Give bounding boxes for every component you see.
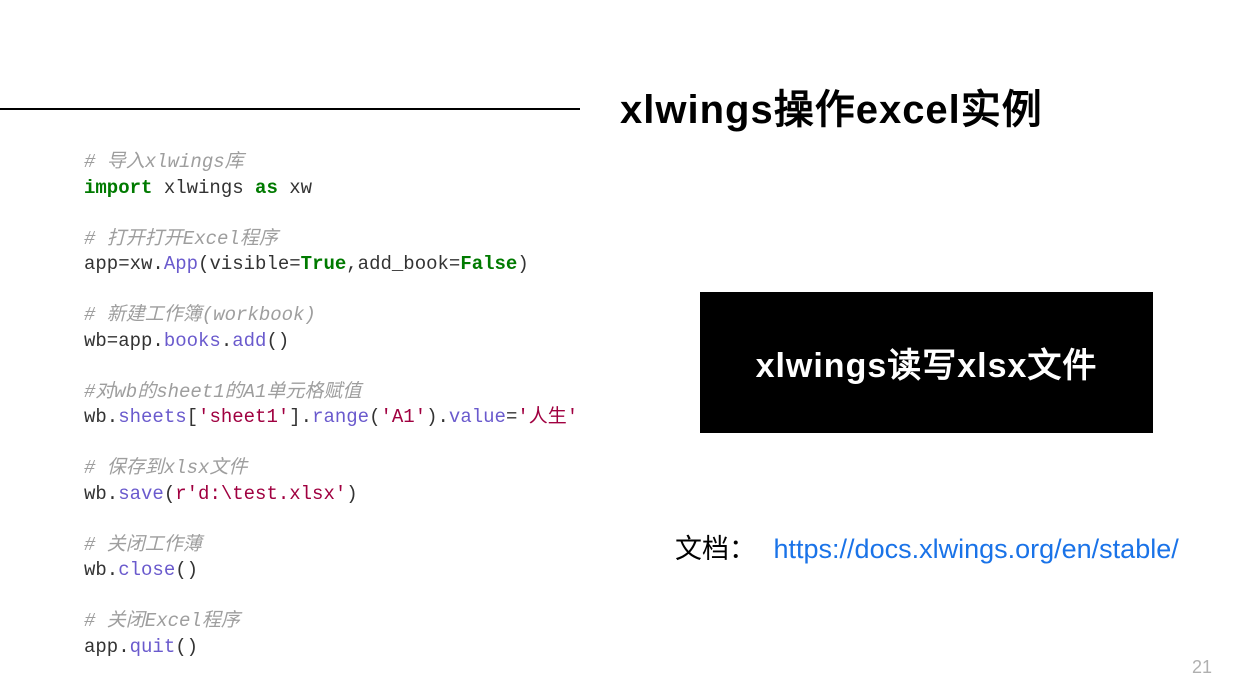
code-text: () — [175, 636, 198, 658]
code-text: wb. — [84, 483, 118, 505]
code-comment: # 保存到xlsx文件 — [84, 457, 247, 479]
callout-label: xlwings读写xlsx文件 — [756, 338, 1098, 387]
code-text: xlwings — [152, 177, 255, 199]
horizontal-rule — [0, 108, 580, 110]
code-keyword: import — [84, 177, 152, 199]
slide-title: xlwings操作excel实例 — [620, 77, 1043, 135]
code-func: App — [164, 253, 198, 275]
code-func: close — [118, 559, 175, 581]
code-string: 'sheet1' — [198, 406, 289, 428]
code-attr: sheets — [118, 406, 186, 428]
code-comment: # 关闭工作薄 — [84, 534, 202, 556]
code-comment: # 关闭Excel程序 — [84, 610, 240, 632]
code-text: ) — [346, 483, 357, 505]
code-comment: # 打开打开Excel程序 — [84, 228, 278, 250]
code-func: quit — [130, 636, 176, 658]
code-comment: # 导入xlwings库 — [84, 151, 244, 173]
code-text: wb. — [84, 406, 118, 428]
code-bool: True — [301, 253, 347, 275]
code-text: ) — [517, 253, 528, 275]
code-text: ,add_book= — [346, 253, 460, 275]
code-text: ). — [426, 406, 449, 428]
code-text: wb. — [84, 559, 118, 581]
code-bool: False — [460, 253, 517, 275]
code-keyword: as — [255, 177, 278, 199]
doc-line: 文档： https://docs.xlwings.org/en/stable/ — [675, 527, 1179, 566]
code-text: ( — [369, 406, 380, 428]
page-number: 21 — [1192, 657, 1212, 678]
code-text: [ — [187, 406, 198, 428]
code-func: save — [118, 483, 164, 505]
code-attr: books — [164, 330, 221, 352]
code-text: (visible= — [198, 253, 301, 275]
doc-link[interactable]: https://docs.xlwings.org/en/stable/ — [774, 534, 1179, 564]
code-string: '人生' — [517, 406, 578, 428]
code-block: # 导入xlwings库 import xlwings as xw # 打开打开… — [84, 150, 578, 660]
code-text: app=xw. — [84, 253, 164, 275]
code-text: app. — [84, 636, 130, 658]
doc-label: 文档： — [675, 534, 756, 564]
code-text: wb=app. — [84, 330, 164, 352]
callout-box: xlwings读写xlsx文件 — [700, 292, 1153, 433]
code-text: () — [266, 330, 289, 352]
code-func: add — [232, 330, 266, 352]
code-string: 'A1' — [381, 406, 427, 428]
code-text: . — [221, 330, 232, 352]
code-attr: value — [449, 406, 506, 428]
code-text: = — [506, 406, 517, 428]
code-text: xw — [278, 177, 312, 199]
code-text: ( — [164, 483, 175, 505]
code-comment: #对wb的sheet1的A1单元格赋值 — [84, 381, 361, 403]
code-text: () — [175, 559, 198, 581]
code-comment: # 新建工作簿(workbook) — [84, 304, 316, 326]
code-text: ]. — [289, 406, 312, 428]
code-func: range — [312, 406, 369, 428]
code-string: r'd:\test.xlsx' — [175, 483, 346, 505]
